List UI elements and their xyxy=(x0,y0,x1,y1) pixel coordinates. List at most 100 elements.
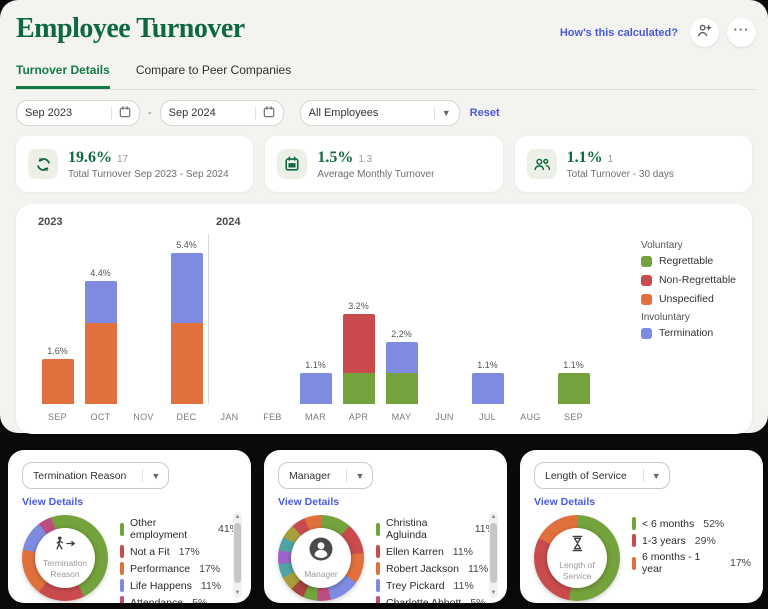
employee-filter-select[interactable]: All Employees ▼ xyxy=(300,100,460,126)
month-axis-label: SEP xyxy=(36,412,79,422)
more-options-button[interactable]: ··· xyxy=(727,18,756,47)
breakdown-legend-item: Robert Jackson11% xyxy=(376,562,495,575)
month-axis-label: JUL xyxy=(466,412,509,422)
stats-row: 19.6% 17 Total Turnover Sep 2023 - Sep 2… xyxy=(16,136,752,192)
bar-segment-unspecified[interactable] xyxy=(42,359,74,404)
view-details-link[interactable]: View Details xyxy=(278,496,495,508)
length-of-service-card: Length of Service ▼ View Details Length … xyxy=(520,450,763,603)
stat-value: 1.5% xyxy=(317,149,353,167)
bar-column-oct-1: 4.4% xyxy=(79,232,122,404)
person-leaving-icon xyxy=(54,536,77,556)
breakdown-select[interactable]: Manager ▼ xyxy=(278,462,373,489)
scrollbar-thumb[interactable] xyxy=(490,523,497,583)
scroll-down-icon[interactable]: ▼ xyxy=(489,589,498,597)
month-axis-label: FEB xyxy=(251,412,294,422)
start-date-value: Sep 2023 xyxy=(25,107,72,119)
month-axis-label: NOV xyxy=(122,412,165,422)
tab-compare-peer-companies[interactable]: Compare to Peer Companies xyxy=(136,63,291,89)
scrollbar-thumb[interactable] xyxy=(234,523,241,583)
length-of-service-donut[interactable]: Length of Service xyxy=(534,515,620,601)
breakdown-select[interactable]: Length of Service ▼ xyxy=(534,462,670,489)
chevron-down-icon: ▼ xyxy=(347,471,372,481)
start-date-picker[interactable]: Sep 2023 xyxy=(16,100,140,126)
tab-bar: Turnover Details Compare to Peer Compani… xyxy=(16,63,752,89)
breakdown-legend-item: 1-3 years29% xyxy=(632,534,751,547)
legend-item-regrettable: Regrettable xyxy=(641,255,736,267)
year-label-2023: 2023 xyxy=(38,216,62,228)
legend-swatch xyxy=(632,517,636,530)
reset-filters-link[interactable]: Reset xyxy=(470,107,500,119)
breakdown-select-value: Manager xyxy=(289,470,330,482)
stat-total-turnover: 19.6% 17 Total Turnover Sep 2023 - Sep 2… xyxy=(16,136,253,192)
month-axis-label: JAN xyxy=(208,412,251,422)
chevron-down-icon: ▼ xyxy=(442,108,451,118)
ellipsis-icon: ··· xyxy=(734,23,750,42)
bar-segment-unspecified[interactable] xyxy=(171,323,203,404)
date-range-separator: - xyxy=(148,107,152,119)
stat-label: Total Turnover - 30 days xyxy=(567,169,674,180)
tabs-divider xyxy=(12,89,756,90)
breakdown-legend-item: Christina Agluinda11% xyxy=(376,517,495,541)
legend-scrollbar[interactable]: ▲▼ xyxy=(489,512,498,598)
breakdown-legend-item: Other employment41% xyxy=(120,517,239,541)
bar-segment-regrettable[interactable] xyxy=(386,373,418,404)
breakdown-legend-item: Not a Fit17% xyxy=(120,545,239,558)
bar-segment-termination[interactable] xyxy=(171,253,203,323)
breakdown-legend-item: Trey Pickard11% xyxy=(376,579,495,592)
stat-secondary: 1 xyxy=(608,154,614,165)
breakdown-legend-item: Ellen Karren11% xyxy=(376,545,495,558)
bar-segment-termination[interactable] xyxy=(386,342,418,373)
bar-segment-unspecified[interactable] xyxy=(85,323,117,404)
legend-swatch xyxy=(376,596,380,603)
legend-swatch xyxy=(641,328,652,339)
scroll-down-icon[interactable]: ▼ xyxy=(233,589,242,597)
bar-segment-non-regrettable[interactable] xyxy=(343,314,375,373)
refresh-icon xyxy=(28,149,58,179)
bar-segment-termination[interactable] xyxy=(300,373,332,404)
share-button[interactable] xyxy=(690,18,719,47)
breakdown-legend: Christina Agluinda11% Ellen Karren11% Robe… xyxy=(376,515,495,603)
bar-segment-regrettable[interactable] xyxy=(558,373,590,404)
stat-value: 1.1% xyxy=(567,149,603,167)
turnover-chart-card: 1.6%4.4%5.4%1.1%3.2%2.2%1.1%1.1% SEPOCTN… xyxy=(16,204,752,434)
month-axis-label: DEC xyxy=(165,412,208,422)
year-label-2024: 2024 xyxy=(216,216,240,228)
legend-group-label: Involuntary xyxy=(641,312,736,323)
turnover-bar-chart: 1.6%4.4%5.4%1.1%3.2%2.2%1.1%1.1% SEPOCTN… xyxy=(32,212,742,430)
month-axis-label: SEP xyxy=(552,412,595,422)
breakdown-legend-item: Charlotte Abbott5% xyxy=(376,596,495,603)
end-date-picker[interactable]: Sep 2024 xyxy=(160,100,284,126)
legend-swatch xyxy=(120,579,124,592)
legend-swatch xyxy=(632,534,636,547)
manager-donut[interactable]: Manager xyxy=(278,515,364,601)
breakdown-legend: < 6 months52%1-3 years29%6 months - 1 ye… xyxy=(632,515,751,603)
bar-total-label: 1.1% xyxy=(563,360,584,370)
termination-reason-donut[interactable]: Termination Reason xyxy=(22,515,108,601)
bar-column-dec-3: 5.4% xyxy=(165,232,208,404)
bar-segment-termination[interactable] xyxy=(85,281,117,323)
scroll-up-icon[interactable]: ▲ xyxy=(489,513,498,521)
bar-total-label: 4.4% xyxy=(90,268,111,278)
bar-column-sep-12: 1.1% xyxy=(552,232,595,404)
scroll-up-icon[interactable]: ▲ xyxy=(233,513,242,521)
hourglass-icon xyxy=(570,534,585,558)
bar-column-feb-5 xyxy=(251,232,294,404)
employee-turnover-panel: Employee Turnover How's this calculated?… xyxy=(0,0,768,433)
legend-item-unspecified: Unspecified xyxy=(641,293,736,305)
breakdown-legend-item: Life Happens11% xyxy=(120,579,239,592)
tab-turnover-details[interactable]: Turnover Details xyxy=(16,63,110,89)
bar-segment-regrettable[interactable] xyxy=(343,373,375,404)
how-calculated-link[interactable]: How's this calculated? xyxy=(560,27,678,39)
view-details-link[interactable]: View Details xyxy=(22,496,239,508)
manager-card: Manager ▼ View Details Manager Christina… xyxy=(264,450,507,603)
view-details-link[interactable]: View Details xyxy=(534,496,751,508)
bar-segment-termination[interactable] xyxy=(472,373,504,404)
person-icon xyxy=(308,536,334,567)
header: Employee Turnover How's this calculated?… xyxy=(0,0,768,47)
legend-scrollbar[interactable]: ▲▼ xyxy=(233,512,242,598)
month-axis-label: APR xyxy=(337,412,380,422)
stat-turnover-30-days: 1.1% 1 Total Turnover - 30 days xyxy=(515,136,752,192)
breakdown-select[interactable]: Termination Reason ▼ xyxy=(22,462,169,489)
bar-column-sep-0: 1.6% xyxy=(36,232,79,404)
bar-column-jun-9 xyxy=(423,232,466,404)
